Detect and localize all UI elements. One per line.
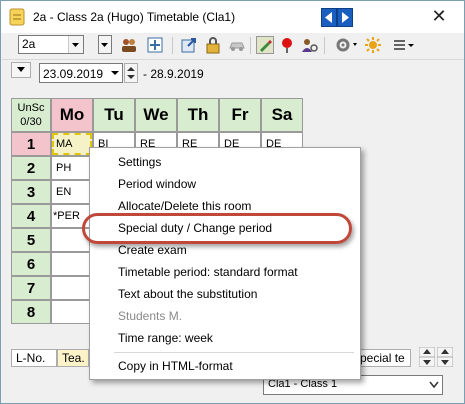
- day-header-we[interactable]: We: [135, 98, 177, 132]
- class-select[interactable]: 2a: [18, 35, 84, 54]
- highlight-ring: [82, 213, 352, 244]
- date-to-label: - 28.9.2019: [143, 67, 204, 81]
- day-header-tu[interactable]: Tu: [93, 98, 135, 132]
- lock-icon[interactable]: [204, 36, 222, 54]
- lesson-cell-mo-8[interactable]: [51, 300, 93, 324]
- view-options-button[interactable]: [11, 62, 31, 78]
- people-icon[interactable]: [120, 36, 138, 54]
- close-button[interactable]: ✕: [425, 5, 453, 27]
- period-header-2[interactable]: 2: [11, 156, 51, 180]
- lesson-cell-mo-7[interactable]: [51, 276, 93, 300]
- period-header-8[interactable]: 8: [11, 300, 51, 324]
- pencil-icon[interactable]: [256, 36, 274, 54]
- menu-item-students: Students M.: [118, 309, 183, 323]
- period-header-6[interactable]: 6: [11, 252, 51, 276]
- export-icon[interactable]: [180, 36, 198, 54]
- status-lesson-number: L-No.: [11, 349, 57, 367]
- day-header-th[interactable]: Th: [177, 98, 219, 132]
- lesson-cell-mo-3[interactable]: EN: [51, 180, 93, 204]
- menu-separator: [114, 352, 354, 353]
- menu-item-period-window[interactable]: Period window: [90, 173, 360, 195]
- previous-button[interactable]: [321, 8, 337, 27]
- gear-icon[interactable]: [334, 36, 357, 54]
- lesson-cell-mo-2[interactable]: PH: [51, 156, 93, 180]
- date-from-value: 23.09.2019: [43, 67, 104, 81]
- menu-item-settings[interactable]: Settings: [90, 151, 360, 173]
- corner-label-1: UnSc: [17, 102, 45, 114]
- lesson-cell-mo-6[interactable]: [51, 252, 93, 276]
- pin-icon[interactable]: [278, 36, 296, 54]
- status-spinner-up[interactable]: [418, 346, 436, 368]
- period-header-7[interactable]: 7: [11, 276, 51, 300]
- status-teacher: Tea.: [57, 349, 89, 367]
- menu-item-copy-html[interactable]: Copy in HTML-format: [90, 355, 360, 377]
- chevron-down-icon: [68, 36, 83, 53]
- period-header-4[interactable]: 4: [11, 204, 51, 228]
- period-header-1[interactable]: 1: [11, 132, 51, 156]
- date-from-select[interactable]: 23.09.2019: [39, 63, 123, 83]
- day-header-fr[interactable]: Fr: [219, 98, 261, 132]
- status-spinner-down[interactable]: [436, 346, 454, 368]
- user-settings-icon[interactable]: [300, 36, 318, 54]
- grid-plus-icon[interactable]: [146, 36, 164, 54]
- app-icon: [9, 8, 25, 26]
- toolbar-separator: [250, 37, 251, 54]
- day-header-mo[interactable]: Mo: [51, 98, 93, 132]
- date-spinner[interactable]: [124, 63, 138, 83]
- timetable-window: 2a - Class 2a (Hugo) Timetable (Cla1) ✕ …: [0, 0, 465, 404]
- window-title: 2a - Class 2a (Hugo) Timetable (Cla1): [33, 10, 236, 24]
- title-bar: 2a - Class 2a (Hugo) Timetable (Cla1) ✕: [1, 1, 464, 33]
- lesson-cell-mo-1[interactable]: MA: [51, 132, 93, 156]
- toolbar-separator: [172, 37, 173, 54]
- period-header-5[interactable]: 5: [11, 228, 51, 252]
- sun-icon[interactable]: [364, 36, 382, 54]
- day-header-sa[interactable]: Sa: [261, 98, 303, 132]
- class-select-dropdown-button[interactable]: [98, 35, 112, 54]
- toolbar-separator: [324, 37, 325, 54]
- context-menu: Settings Period window Allocate/Delete t…: [89, 147, 361, 380]
- list-menu-icon[interactable]: [392, 36, 414, 54]
- class-select-value: 2a: [22, 37, 36, 51]
- chevron-down-icon: [428, 378, 440, 395]
- chevron-down-icon: [108, 64, 122, 82]
- car-icon[interactable]: [228, 36, 246, 54]
- menu-item-timetable-period[interactable]: Timetable period: standard format: [90, 261, 360, 283]
- menu-item-time-range[interactable]: Time range: week: [90, 327, 360, 349]
- next-button[interactable]: [337, 8, 353, 27]
- unscheduled-counter: UnSc 0/30: [11, 98, 51, 132]
- menu-item-substitution-text[interactable]: Text about the substitution: [90, 283, 360, 305]
- toolbar: 2a: [2, 33, 464, 60]
- corner-label-2: 0/30: [20, 116, 42, 128]
- period-header-3[interactable]: 3: [11, 180, 51, 204]
